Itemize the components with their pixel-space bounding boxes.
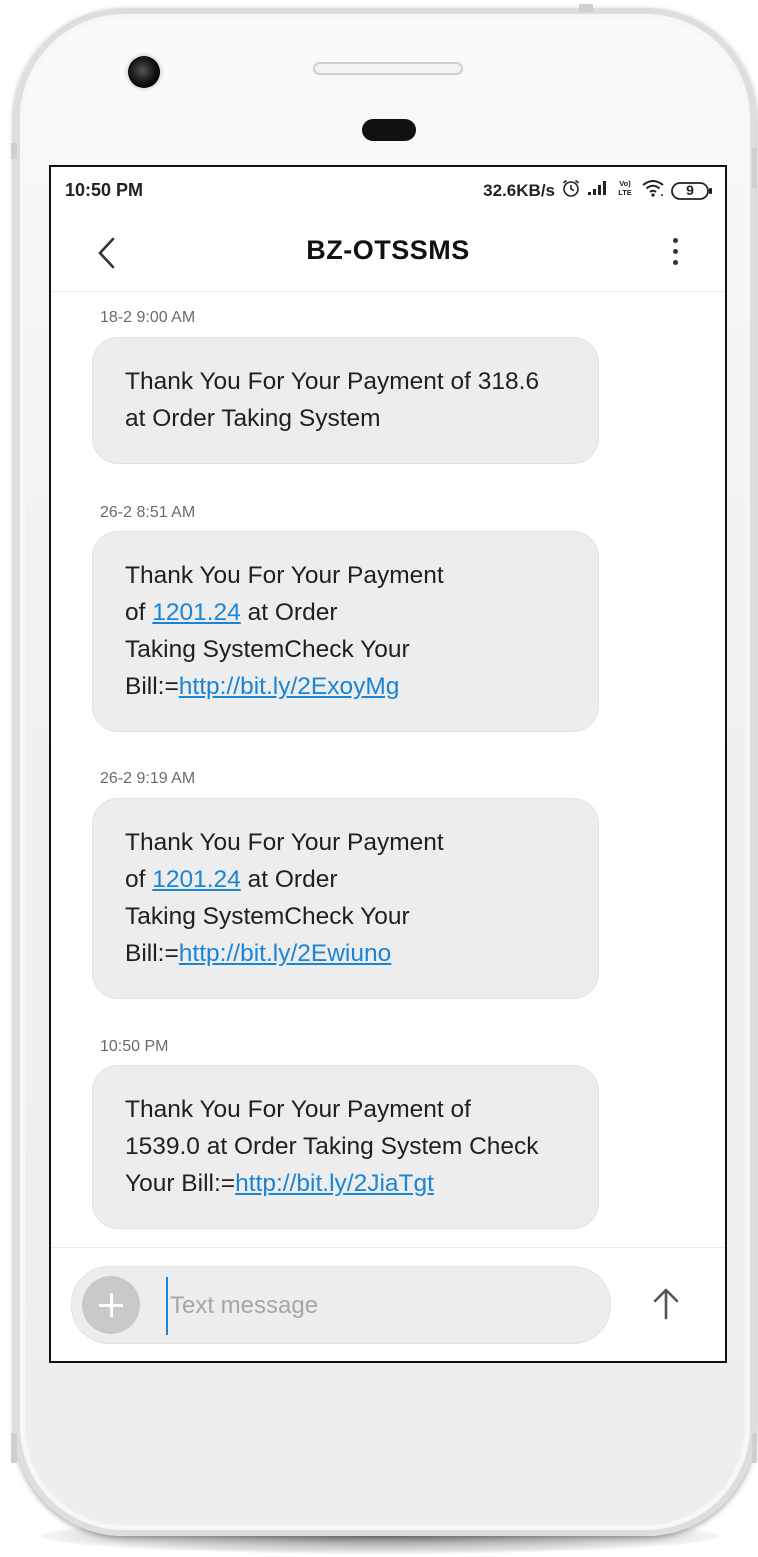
top-sensor-slot (313, 62, 463, 75)
side-button-right (752, 148, 757, 188)
message-link[interactable]: http://bit.ly/2JiaTgt (235, 1170, 434, 1197)
message-text: 1539.0 at Order Taking System Check (125, 1133, 539, 1160)
message-text: Thank You For Your Payment of (125, 1096, 471, 1123)
battery-level: 9 (686, 181, 694, 198)
composer-pill (71, 1266, 611, 1344)
phone-screen: 10:50 PM 32.6KB/s Vo) LTE 9 BZ-OTSSMS 18… (49, 165, 727, 1363)
wifi-icon (641, 179, 665, 202)
signal-icon (587, 180, 609, 201)
side-button-left (11, 143, 17, 159)
status-bar: 10:50 PM 32.6KB/s Vo) LTE 9 (51, 167, 725, 211)
message-text: Thank You For Your Payment of 318.6 (125, 368, 540, 395)
message-bubble[interactable]: Thank You For Your Payment of 1201.24 at … (92, 798, 599, 999)
message-line: Taking SystemCheck Your (125, 898, 568, 935)
message-input[interactable] (166, 1277, 592, 1335)
svg-text:Vo): Vo) (619, 179, 631, 188)
message-line: Bill:=http://bit.ly/2Ewiuno (125, 935, 568, 972)
message-bubble[interactable]: Thank You For Your Payment of 318.6 at Or… (92, 337, 599, 464)
message-timestamp: 26-2 8:51 AM (100, 504, 196, 521)
app-bar: BZ-OTSSMS (51, 211, 725, 292)
message-timestamp: 18-2 9:00 AM (100, 309, 196, 326)
message-line: at Order Taking System (125, 400, 568, 437)
alarm-icon (561, 178, 581, 203)
message-link[interactable]: http://bit.ly/2ExoyMg (179, 673, 400, 700)
message-thread[interactable]: 18-2 9:00 AM Thank You For Your Payment … (51, 292, 725, 1247)
message-line: of 1201.24 at Order (125, 594, 568, 631)
message-text: Thank You For Your Payment (125, 562, 444, 589)
message-line: Thank You For Your Payment (125, 824, 568, 861)
message-text: Bill:= (125, 940, 179, 967)
volte-lte-icon: Vo) LTE (615, 178, 635, 203)
message-line: Your Bill:=http://bit.ly/2JiaTgt (125, 1165, 568, 1202)
message-line: Thank You For Your Payment of 318.6 (125, 363, 568, 400)
arrow-up-icon (653, 1288, 679, 1320)
message-text: Taking SystemCheck Your (125, 903, 410, 930)
battery-icon: 9 (671, 181, 713, 201)
side-button-left-lower (11, 1433, 17, 1463)
message-text: at Order (240, 866, 338, 893)
message-text: of (125, 866, 153, 893)
attach-button[interactable] (82, 1276, 140, 1334)
send-button[interactable] (651, 1286, 681, 1320)
status-icons: 32.6KB/s Vo) LTE 9 (483, 178, 713, 203)
earpiece-speaker (362, 119, 416, 141)
status-time: 10:50 PM (65, 180, 144, 200)
message-line: Thank You For Your Payment (125, 557, 568, 594)
more-options-button[interactable] (669, 235, 681, 271)
network-speed: 32.6KB/s (483, 180, 555, 200)
message-text: Thank You For Your Payment (125, 829, 444, 856)
message-bubble[interactable]: Thank You For Your Payment of 1539.0 at O… (92, 1065, 599, 1229)
message-text: Bill:= (125, 673, 179, 700)
message-link[interactable]: 1201.24 (152, 599, 241, 626)
message-line: Taking SystemCheck Your (125, 631, 568, 668)
message-line: Bill:=http://bit.ly/2ExoyMg (125, 668, 568, 705)
message-link[interactable]: 1201.24 (152, 866, 241, 893)
message-text: Taking SystemCheck Your (125, 636, 410, 663)
message-timestamp: 26-2 9:19 AM (100, 770, 196, 787)
conversation-title: BZ-OTSSMS (306, 235, 470, 265)
message-bubble[interactable]: Thank You For Your Payment of 1201.24 at … (92, 531, 599, 732)
message-line: of 1201.24 at Order (125, 861, 568, 898)
message-text: Your Bill:= (125, 1170, 236, 1197)
more-vertical-icon (669, 238, 681, 265)
message-link[interactable]: http://bit.ly/2Ewiuno (179, 940, 391, 967)
svg-text:LTE: LTE (618, 188, 632, 197)
side-button-right-lower (752, 1433, 757, 1463)
front-camera (128, 56, 160, 88)
message-text: of (125, 599, 153, 626)
message-composer (51, 1247, 725, 1361)
message-line: 1539.0 at Order Taking System Check (125, 1128, 568, 1165)
message-timestamp: 10:50 PM (100, 1038, 169, 1055)
message-line: Thank You For Your Payment of (125, 1091, 568, 1128)
message-text: at Order Taking System (125, 405, 381, 432)
side-button-top (579, 4, 593, 12)
message-text: at Order (240, 599, 338, 626)
